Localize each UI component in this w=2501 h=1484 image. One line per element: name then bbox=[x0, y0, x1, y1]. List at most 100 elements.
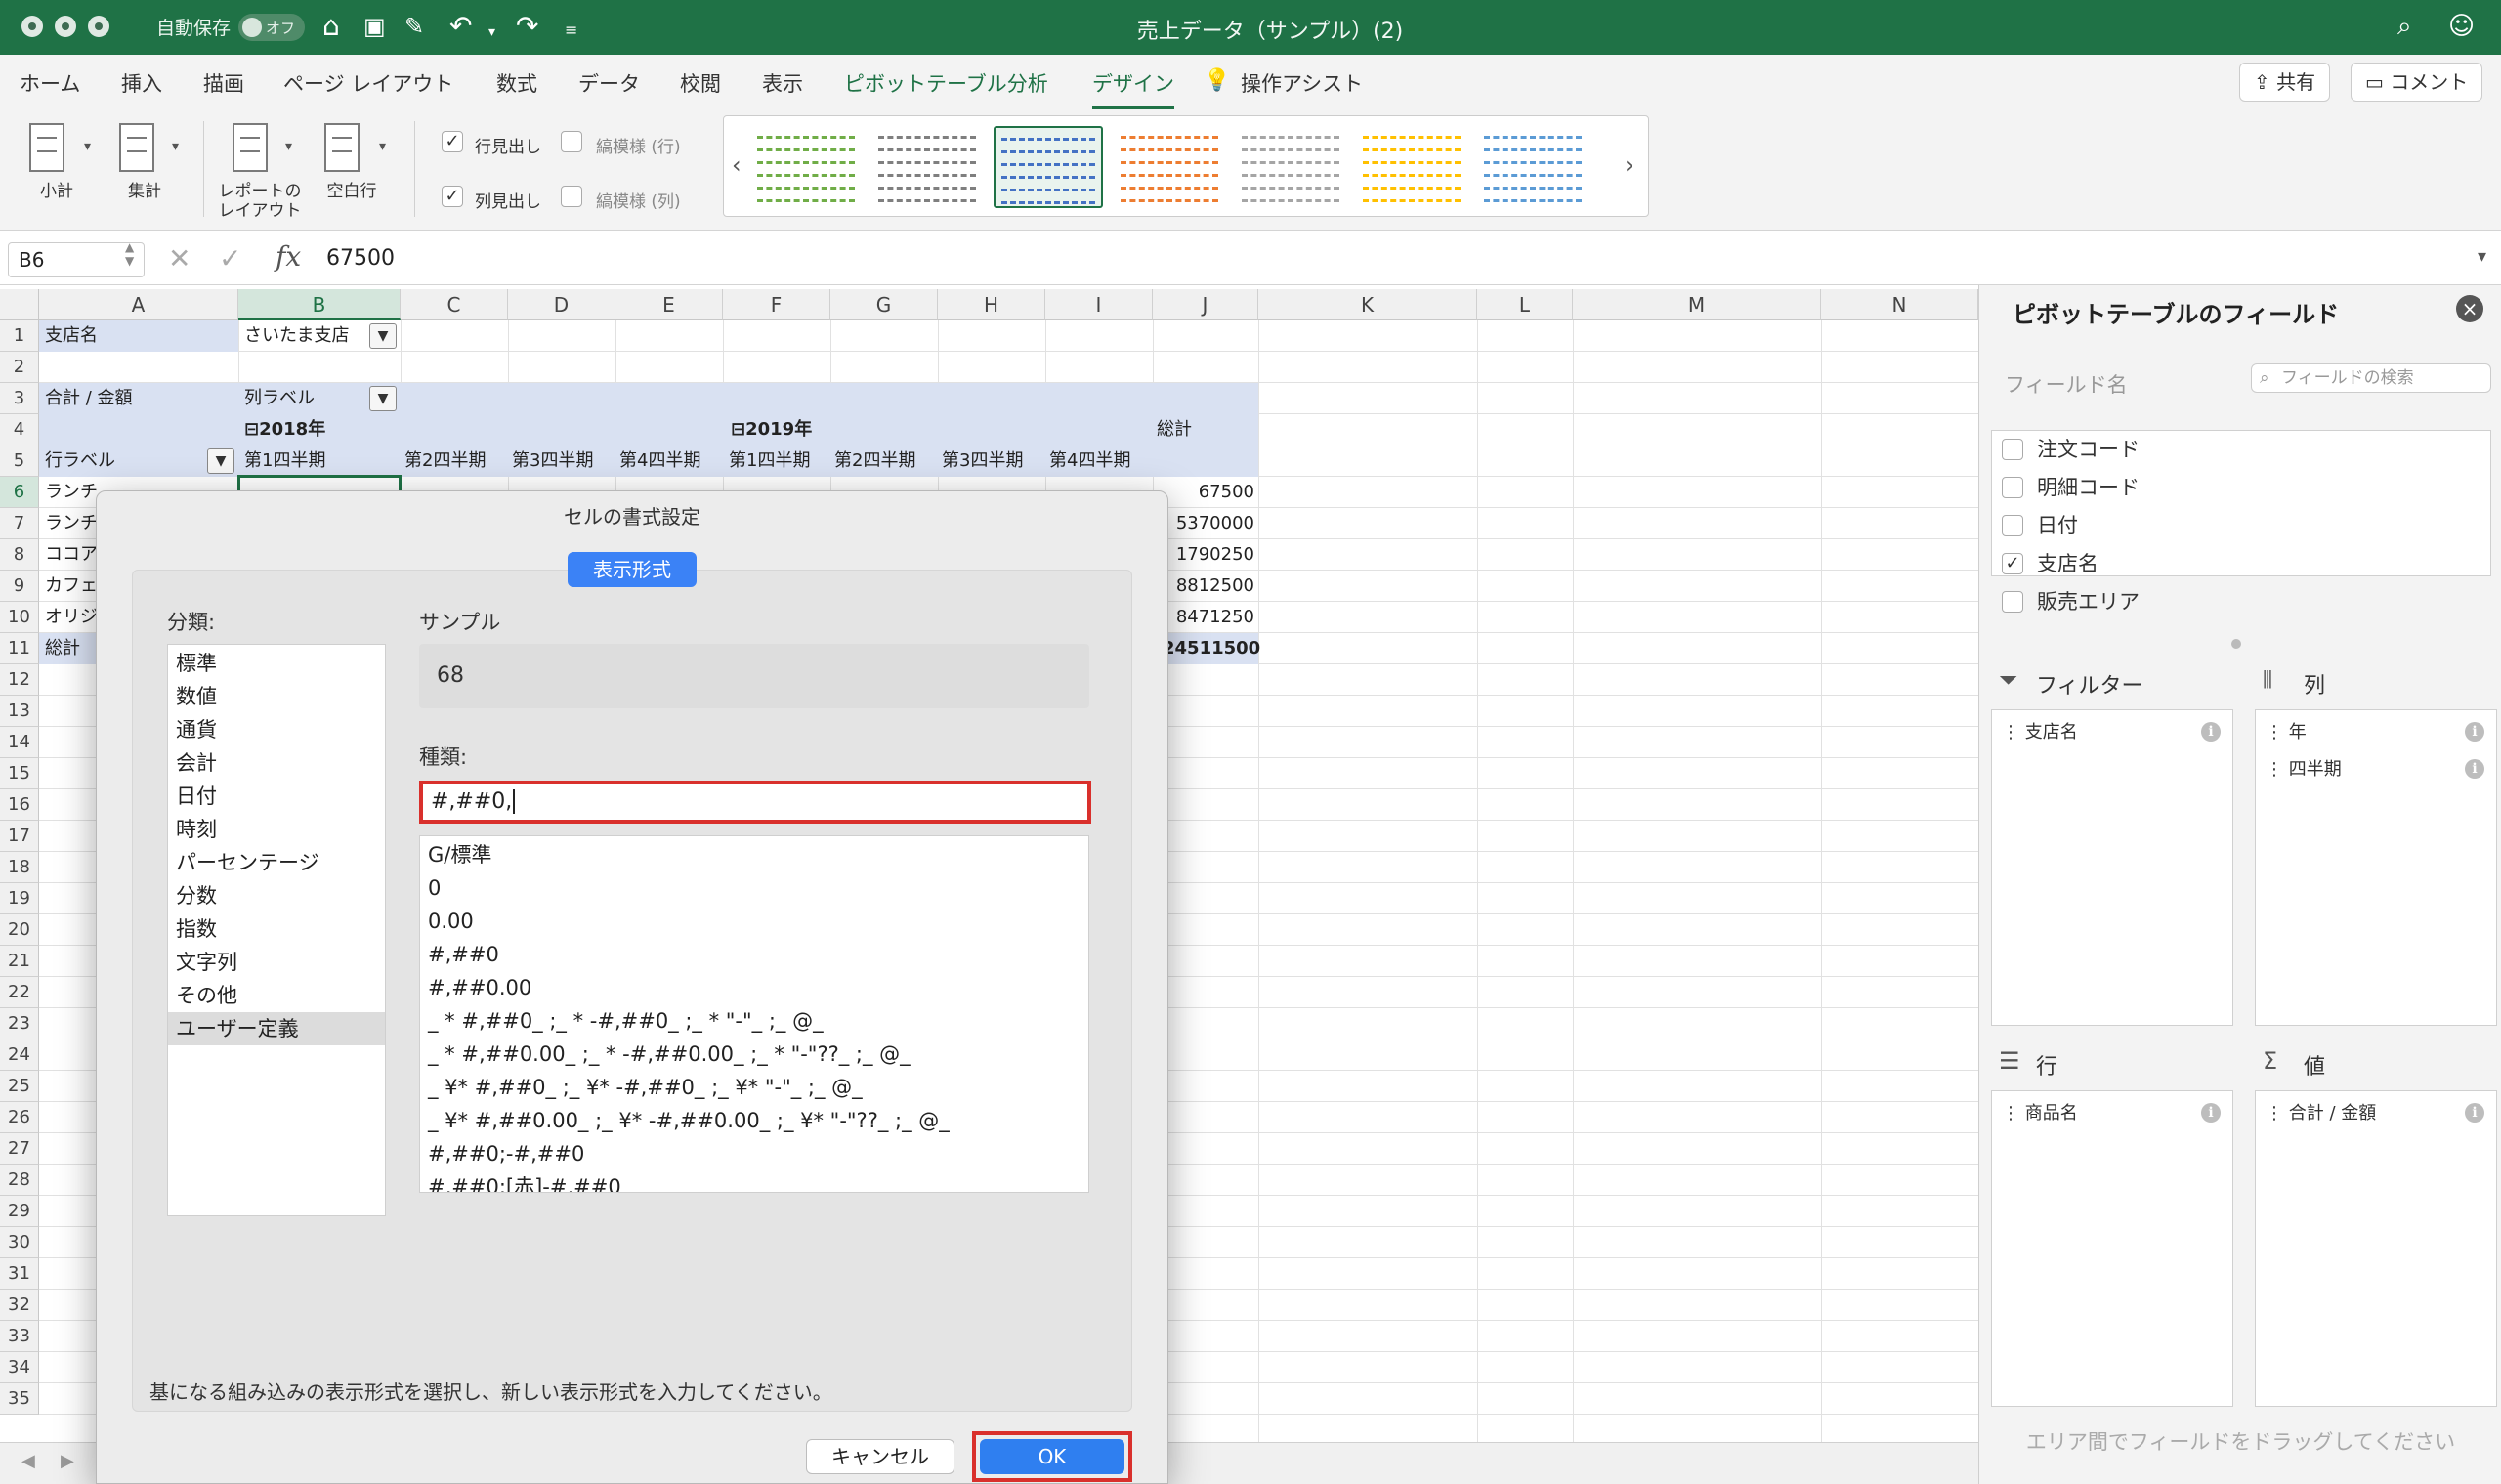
report-layout-dropdown-icon[interactable]: ▾ bbox=[285, 139, 292, 154]
field-checkbox[interactable] bbox=[2002, 477, 2023, 498]
row-header-6[interactable]: 6 bbox=[0, 477, 39, 508]
quarter-header[interactable]: 第1四半期 bbox=[729, 445, 810, 477]
save-icon[interactable]: ▣ bbox=[363, 10, 386, 43]
pivot-style-swatch[interactable] bbox=[1115, 126, 1224, 208]
name-box[interactable]: B6 bbox=[8, 242, 145, 277]
next-sheet-icon[interactable]: ▶ bbox=[61, 1451, 74, 1471]
category-list[interactable]: 標準 数値 通貨 会計 日付 時刻 パーセンテージ 分数 指数 文字列 その他 ユーザー定義 bbox=[167, 644, 386, 1216]
row-item[interactable]: ⋮ 商品名 bbox=[2002, 1099, 2078, 1128]
row-header-5[interactable]: 5 bbox=[0, 445, 39, 477]
row-header-13[interactable]: 13 bbox=[0, 696, 39, 727]
formula-input[interactable]: 67500 bbox=[326, 246, 395, 271]
row-header-34[interactable]: 34 bbox=[0, 1352, 39, 1383]
format-item[interactable]: _ * #,##0_ ;_ * -#,##0_ ;_ * "-"_ ;_ @_ bbox=[420, 1004, 1088, 1038]
filter-item[interactable]: ⋮ 支店名 bbox=[2002, 718, 2078, 747]
row-total-cell[interactable]: 67500 bbox=[1163, 477, 1254, 508]
row-total-cell[interactable]: 5370000 bbox=[1163, 508, 1254, 539]
field-item[interactable]: 販売エリア bbox=[2002, 585, 2140, 618]
field-checkbox[interactable]: ✓ bbox=[2002, 553, 2023, 574]
format-item[interactable]: #,##0;[赤]-#,##0 bbox=[420, 1170, 1088, 1192]
collapse-icon[interactable]: ⊟ bbox=[244, 419, 259, 440]
insert-function-icon[interactable]: fx bbox=[276, 240, 301, 273]
row-header-7[interactable]: 7 bbox=[0, 508, 39, 539]
row-header-25[interactable]: 25 bbox=[0, 1071, 39, 1102]
confirm-entry-icon[interactable]: ✓ bbox=[219, 242, 241, 275]
search-icon[interactable]: ⌕ bbox=[2397, 10, 2412, 43]
format-item[interactable]: #,##0;-#,##0 bbox=[420, 1137, 1088, 1170]
field-checkbox[interactable] bbox=[2002, 515, 2023, 536]
chevron-left-icon[interactable]: ‹ bbox=[732, 151, 742, 179]
tab-data[interactable]: データ bbox=[578, 68, 640, 98]
category-item[interactable]: パーセンテージ bbox=[168, 846, 385, 879]
year-2018-header[interactable]: ⊟2018年 bbox=[244, 414, 325, 445]
category-item[interactable]: 数値 bbox=[168, 680, 385, 713]
grand-total-header[interactable]: 総計 bbox=[1157, 414, 1192, 445]
branch-filter-icon[interactable]: ▼ bbox=[369, 323, 397, 349]
column-header-a[interactable]: A bbox=[39, 289, 238, 320]
row-header-33[interactable]: 33 bbox=[0, 1321, 39, 1352]
column-header-n[interactable]: N bbox=[1821, 289, 1978, 320]
name-box-stepper-icon[interactable]: ▲ ▼ bbox=[125, 240, 134, 268]
format-item[interactable]: _ ¥* #,##0_ ;_ ¥* -#,##0_ ;_ ¥* "-"_ ;_ … bbox=[420, 1071, 1088, 1104]
subtotal-icon[interactable] bbox=[29, 123, 64, 172]
info-icon[interactable]: i bbox=[2201, 722, 2221, 742]
row-header-23[interactable]: 23 bbox=[0, 1008, 39, 1039]
column-header-e[interactable]: E bbox=[615, 289, 723, 320]
category-item[interactable]: ユーザー定義 bbox=[168, 1012, 385, 1045]
subtotal-dropdown-icon[interactable]: ▾ bbox=[84, 139, 91, 154]
collapse-icon[interactable]: ⊟ bbox=[731, 419, 745, 440]
tab-page-layout[interactable]: ページ レイアウト bbox=[283, 68, 453, 98]
row-header-22[interactable]: 22 bbox=[0, 977, 39, 1008]
row-label-filter-icon[interactable]: ▼ bbox=[207, 448, 234, 474]
category-item[interactable]: 分数 bbox=[168, 879, 385, 912]
field-item[interactable]: 明細コード bbox=[2002, 471, 2140, 504]
category-item[interactable]: 会計 bbox=[168, 746, 385, 780]
banded-rows-checkbox[interactable] bbox=[561, 131, 582, 152]
column-item[interactable]: ⋮ 年 bbox=[2266, 718, 2307, 747]
row-header-9[interactable]: 9 bbox=[0, 571, 39, 602]
row-header-30[interactable]: 30 bbox=[0, 1227, 39, 1258]
quarter-header[interactable]: 第1四半期 bbox=[244, 445, 325, 477]
pivot-style-swatch[interactable] bbox=[1357, 126, 1466, 208]
category-item[interactable]: 通貨 bbox=[168, 713, 385, 746]
column-item[interactable]: ⋮ 四半期 bbox=[2266, 755, 2342, 784]
col-headers-checkbox[interactable]: ✓ bbox=[442, 186, 463, 207]
row-header-12[interactable]: 12 bbox=[0, 664, 39, 696]
column-label-dropdown-icon[interactable]: ▼ bbox=[369, 386, 397, 411]
pivot-style-swatch[interactable] bbox=[1236, 126, 1345, 208]
prev-sheet-icon[interactable]: ◀ bbox=[21, 1451, 35, 1471]
blank-rows-icon[interactable] bbox=[324, 123, 360, 172]
smiley-feedback-icon[interactable]: ☺ bbox=[2448, 10, 2475, 43]
info-icon[interactable]: i bbox=[2465, 1103, 2484, 1123]
row-header-11[interactable]: 11 bbox=[0, 633, 39, 664]
category-item[interactable]: 指数 bbox=[168, 912, 385, 946]
row-header-2[interactable]: 2 bbox=[0, 352, 39, 383]
column-header-g[interactable]: G bbox=[830, 289, 938, 320]
column-header-l[interactable]: L bbox=[1477, 289, 1573, 320]
column-header-d[interactable]: D bbox=[508, 289, 615, 320]
comment-button[interactable]: ▭ コメント bbox=[2351, 63, 2483, 102]
field-checkbox[interactable] bbox=[2002, 591, 2023, 613]
tab-home[interactable]: ホーム bbox=[20, 68, 80, 98]
minimize-window-button[interactable] bbox=[55, 16, 76, 37]
column-header-h[interactable]: H bbox=[938, 289, 1045, 320]
row-header-24[interactable]: 24 bbox=[0, 1039, 39, 1071]
year-2019-header[interactable]: ⊟2019年 bbox=[731, 414, 812, 445]
row-name-cell[interactable]: ランチ bbox=[45, 508, 98, 539]
format-item[interactable]: _ ¥* #,##0.00_ ;_ ¥* -#,##0.00_ ;_ ¥* "-… bbox=[420, 1104, 1088, 1137]
tab-pivot-analyze[interactable]: ピボットテーブル分析 bbox=[844, 68, 1048, 98]
row-header-35[interactable]: 35 bbox=[0, 1383, 39, 1415]
row-header-10[interactable]: 10 bbox=[0, 602, 39, 633]
grand-total-dropdown-icon[interactable]: ▾ bbox=[172, 139, 179, 154]
expand-formula-bar-icon[interactable]: ▾ bbox=[2478, 246, 2486, 267]
customize-toolbar-icon[interactable]: ≡ bbox=[565, 14, 577, 47]
value-item[interactable]: ⋮ 合計 / 金額 bbox=[2266, 1099, 2376, 1128]
maximize-window-button[interactable] bbox=[88, 16, 109, 37]
row-header-4[interactable]: 4 bbox=[0, 414, 39, 445]
column-header-k[interactable]: K bbox=[1258, 289, 1477, 320]
cell-a11[interactable]: 総計 bbox=[45, 633, 80, 664]
field-checkbox[interactable] bbox=[2002, 439, 2023, 460]
cell-b3[interactable]: 列ラベル bbox=[244, 383, 315, 414]
row-name-cell[interactable]: オリジ bbox=[45, 602, 98, 633]
column-header-f[interactable]: F bbox=[723, 289, 830, 320]
